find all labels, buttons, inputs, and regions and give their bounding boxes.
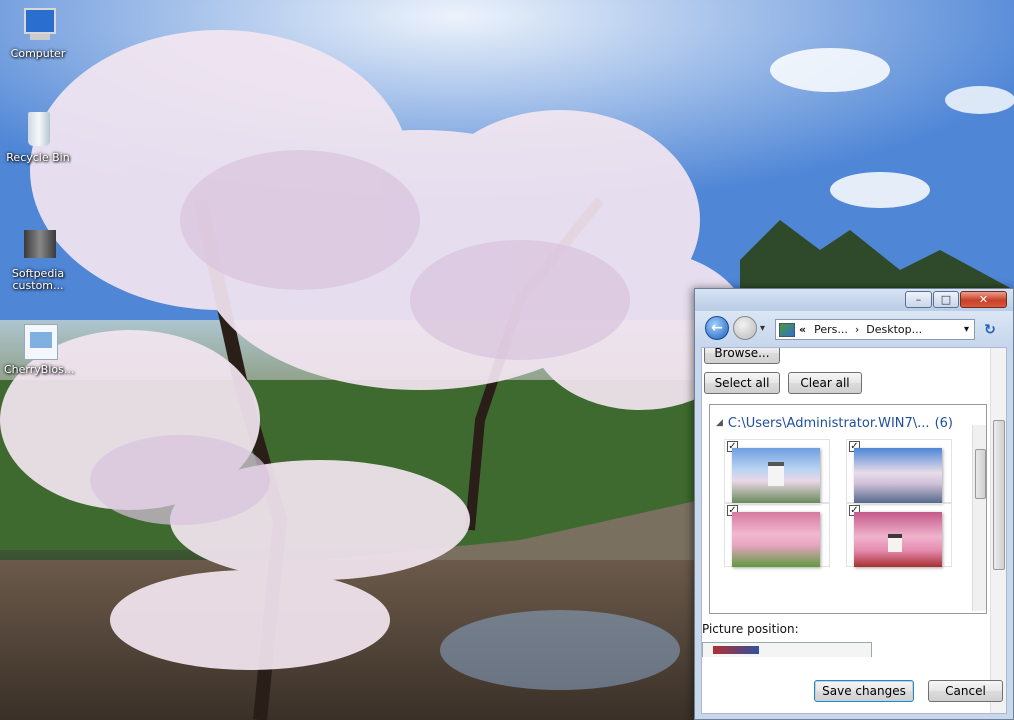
- theme-pack-icon: [16, 322, 60, 362]
- address-bar[interactable]: « Pers... › Desktop... ▾: [775, 319, 975, 340]
- thumbnail-item[interactable]: ✓: [846, 439, 952, 503]
- thumbnail-item[interactable]: ✓: [724, 503, 830, 567]
- castle-blossoms-thumbnail: [732, 448, 820, 503]
- recent-pages-dropdown[interactable]: ▾: [760, 323, 765, 334]
- breadcrumb-separator[interactable]: ›: [855, 323, 859, 336]
- position-preview-icon: [713, 646, 759, 654]
- refresh-icon[interactable]: ↻: [979, 319, 1001, 340]
- control-panel-icon: [779, 322, 795, 337]
- picture-gallery: ◢ C:\Users\Administrator.WIN7\... (6) ✓ …: [709, 404, 987, 614]
- select-all-button[interactable]: Select all: [704, 372, 780, 394]
- desktop-icon-label: Softpedia custom...: [11, 267, 65, 292]
- desktop-icon-label: CherryBlos...: [4, 363, 75, 376]
- minimize-button[interactable]: –: [905, 291, 932, 308]
- content-scrollbar-thumb[interactable]: [993, 420, 1005, 570]
- desktop-icon-label: Computer: [10, 47, 66, 60]
- red-bridge-castle-thumbnail: [854, 512, 942, 567]
- save-changes-button[interactable]: Save changes: [814, 680, 914, 702]
- picture-position-label: Picture position:: [702, 622, 799, 636]
- content-pane: Browse... Select all Clear all ◢ C:\User…: [701, 347, 1007, 714]
- computer-icon: [16, 6, 60, 46]
- park-blossoms-thumbnail: [732, 512, 820, 567]
- desktop-background-window: – □ ✕ ← ▾ « Pers... › Desktop... ▾ ↻ Bro…: [694, 288, 1014, 720]
- breadcrumb-desktop-background[interactable]: Desktop...: [866, 323, 922, 336]
- picture-position-dropdown[interactable]: [702, 642, 872, 657]
- gallery-scrollbar[interactable]: [972, 425, 986, 611]
- thumbnail-item[interactable]: ✓: [724, 439, 830, 503]
- gallery-scrollbar-thumb[interactable]: [975, 449, 986, 499]
- address-dropdown-arrow[interactable]: ▾: [964, 324, 969, 335]
- navigation-bar: ← ▾ « Pers... › Desktop... ▾ ↻: [695, 311, 1013, 347]
- browse-button[interactable]: Browse...: [704, 348, 780, 364]
- close-button[interactable]: ✕: [960, 291, 1007, 308]
- desktop-icon-label: Recycle Bin: [6, 151, 70, 164]
- address-overflow-chevron[interactable]: «: [799, 323, 806, 336]
- group-count: (6): [934, 415, 953, 431]
- breadcrumb-personalization[interactable]: Pers...: [814, 323, 848, 336]
- title-bar[interactable]: – □ ✕: [695, 289, 1013, 311]
- forward-button[interactable]: [733, 316, 757, 340]
- back-button[interactable]: ←: [705, 316, 729, 340]
- folder-icon: [16, 226, 60, 266]
- river-blossoms-thumbnail: [854, 448, 942, 503]
- desktop-icon-recycle-bin[interactable]: Recycle Bin: [4, 110, 72, 164]
- maximize-button[interactable]: □: [933, 291, 959, 308]
- group-path: C:\Users\Administrator.WIN7\...: [727, 415, 930, 431]
- clear-all-button[interactable]: Clear all: [788, 372, 862, 394]
- desktop-icon-computer[interactable]: Computer: [4, 6, 72, 60]
- desktop-icon-softpedia[interactable]: Softpedia custom...: [4, 226, 72, 292]
- group-header[interactable]: ◢ C:\Users\Administrator.WIN7\... (6): [716, 415, 953, 431]
- thumbnail-item[interactable]: ✓: [846, 503, 952, 567]
- content-scrollbar[interactable]: [990, 348, 1006, 713]
- recycle-bin-icon: [16, 110, 60, 150]
- collapse-icon[interactable]: ◢: [716, 418, 723, 428]
- desktop-icon-cherryblossom-theme[interactable]: CherryBlos...: [4, 322, 75, 376]
- cancel-button[interactable]: Cancel: [928, 680, 1003, 702]
